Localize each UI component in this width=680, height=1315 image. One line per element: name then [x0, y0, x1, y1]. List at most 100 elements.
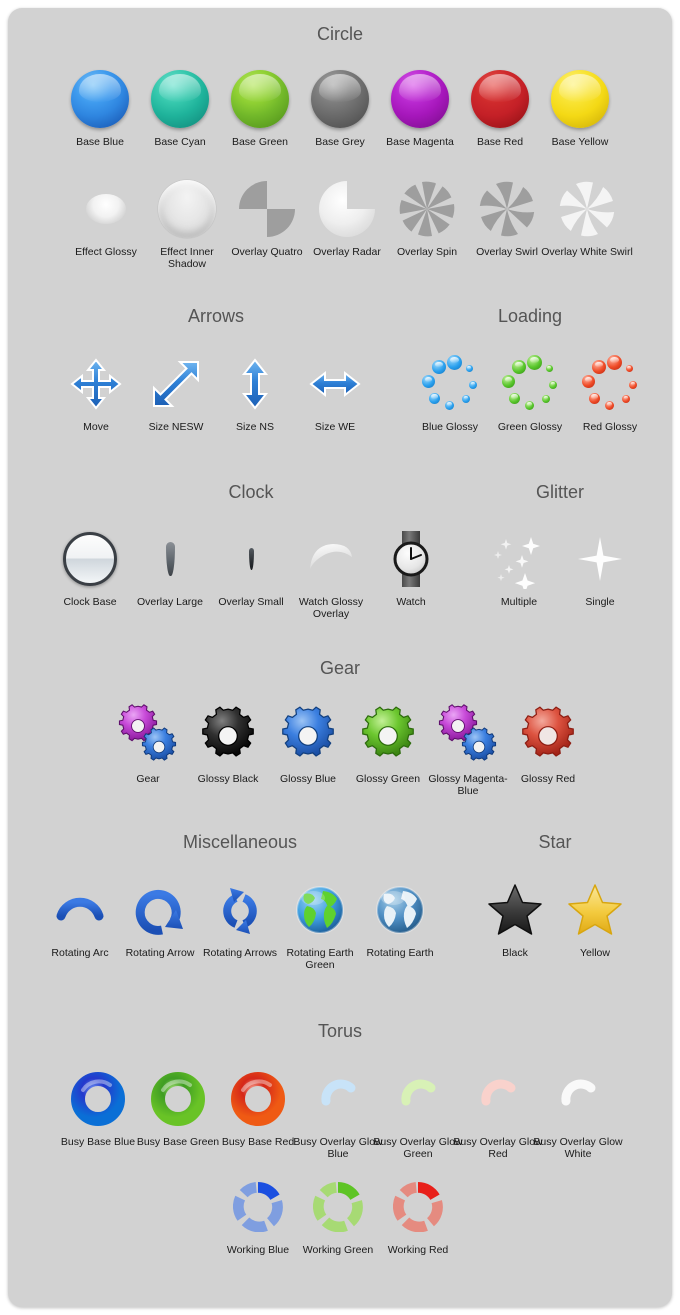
circle-effect-inner-shadow-icon: [141, 173, 233, 245]
arrow-move-icon: [50, 348, 142, 420]
item-glitter-multiple[interactable]: Multiple: [473, 523, 565, 608]
gear-glossy-magenta-blue-icon: [422, 700, 514, 772]
swirl-svg: [479, 181, 535, 237]
item-torus-busy-overlay-glow-red[interactable]: Busy Overlay Glow Red: [452, 1063, 544, 1160]
item-torus-working-red[interactable]: Working Red: [372, 1171, 464, 1256]
item-loading-green-glossy[interactable]: Green Glossy: [484, 348, 576, 433]
section-title-clock: Clock: [228, 482, 274, 502]
item-label: Busy Base Red: [221, 1136, 295, 1148]
item-torus-busy-overlay-glow-white[interactable]: Busy Overlay Glow White: [532, 1063, 624, 1160]
size-nesw-arrow-svg: [153, 361, 199, 407]
item-label: Red Glossy: [582, 421, 638, 433]
item-label: Rotating Arrow: [125, 947, 195, 959]
item-gear-glossy-blue[interactable]: Glossy Blue: [262, 700, 354, 785]
item-arrow-size-ns[interactable]: Size NS: [209, 348, 301, 433]
torus-svg: [151, 1072, 205, 1126]
item-base-yellow[interactable]: Base Yellow: [534, 63, 626, 148]
torus-glow-svg: [561, 1079, 596, 1106]
item-overlay-radar[interactable]: Overlay Radar: [301, 173, 393, 258]
item-base-red[interactable]: Base Red: [454, 63, 546, 148]
item-clock-overlay-small[interactable]: Overlay Small: [205, 523, 297, 608]
item-torus-busy-base-blue[interactable]: Busy Base Blue: [52, 1063, 144, 1148]
item-base-blue[interactable]: Base Blue: [54, 63, 146, 148]
item-watch[interactable]: Watch: [365, 523, 457, 608]
item-rotating-arc[interactable]: Rotating Arc: [34, 874, 126, 959]
misc-rotating-earth-green-icon: [274, 874, 366, 946]
item-label: Rotating Arrows: [202, 947, 278, 959]
item-gear-glossy-black[interactable]: Glossy Black: [182, 700, 274, 785]
item-base-magenta[interactable]: Base Magenta: [374, 63, 466, 148]
item-base-grey[interactable]: Base Grey: [294, 63, 386, 148]
item-rotating-arrows[interactable]: Rotating Arrows: [194, 874, 286, 959]
item-overlay-quatro[interactable]: Overlay Quatro: [221, 173, 313, 258]
item-overlay-swirl[interactable]: Overlay Swirl: [461, 173, 553, 258]
spinner-dots: [581, 355, 639, 413]
item-label: Base Grey: [315, 136, 365, 148]
item-label: Effect Inner Shadow: [160, 246, 214, 270]
working-ring-svg: [233, 1182, 283, 1232]
torus-working-red-icon: [372, 1171, 464, 1243]
item-label: Green Glossy: [497, 421, 563, 433]
item-label: Overlay Large: [137, 596, 203, 608]
circle-overlay-spin-icon: [381, 173, 473, 245]
gear-pair-svg: [438, 704, 497, 761]
item-rotating-arrow[interactable]: Rotating Arrow: [114, 874, 206, 959]
item-gear[interactable]: Gear: [102, 700, 194, 785]
gear-glossy-red-icon: [502, 700, 594, 772]
item-loading-blue-glossy[interactable]: Blue Glossy: [404, 348, 496, 433]
item-label: Rotating Earth: [366, 947, 434, 959]
item-label: Glossy Red: [520, 773, 576, 785]
item-glitter-single[interactable]: Single: [554, 523, 646, 608]
item-base-cyan[interactable]: Base Cyan: [134, 63, 226, 148]
item-effect-inner-shadow[interactable]: Effect Inner Shadow: [141, 173, 233, 270]
item-torus-busy-base-green[interactable]: Busy Base Green: [132, 1063, 224, 1148]
torus-busy-base-blue-icon: [52, 1063, 144, 1135]
rotating-arrow-svg: [135, 889, 183, 935]
item-arrow-size-we[interactable]: Size WE: [289, 348, 381, 433]
item-gear-glossy-magenta-blue[interactable]: Glossy Magenta-Blue: [422, 700, 514, 797]
radar-svg: [319, 181, 375, 237]
item-label: Move: [83, 421, 109, 433]
item-label: Working Blue: [226, 1244, 290, 1256]
item-label: Busy Overlay Glow Red: [453, 1136, 543, 1160]
item-label: Working Green: [302, 1244, 374, 1256]
item-torus-busy-overlay-glow-green[interactable]: Busy Overlay Glow Green: [372, 1063, 464, 1160]
item-loading-red-glossy[interactable]: Red Glossy: [564, 348, 656, 433]
section-title-arrows: Arrows: [187, 306, 245, 326]
torus-busy-base-red-icon: [212, 1063, 304, 1135]
torus-glow-svg: [401, 1079, 436, 1106]
working-ring-svg: [393, 1182, 443, 1232]
item-overlay-spin[interactable]: Overlay Spin: [381, 173, 473, 258]
torus-busy-overlay-glow-white-icon: [532, 1063, 624, 1135]
item-star-yellow[interactable]: Yellow: [549, 874, 641, 959]
gear-glossy-black-icon: [182, 700, 274, 772]
item-effect-glossy[interactable]: Effect Glossy: [60, 173, 152, 258]
item-overlay-white-swirl[interactable]: Overlay White Swirl: [541, 173, 633, 258]
item-torus-working-green[interactable]: Working Green: [292, 1171, 384, 1256]
item-torus-busy-base-red[interactable]: Busy Base Red: [212, 1063, 304, 1148]
item-torus-working-blue[interactable]: Working Blue: [212, 1171, 304, 1256]
item-gear-glossy-green[interactable]: Glossy Green: [342, 700, 434, 785]
item-rotating-earth-green[interactable]: Rotating Earth Green: [274, 874, 366, 971]
item-star-black[interactable]: Black: [469, 874, 561, 959]
item-clock-base[interactable]: Clock Base: [44, 523, 136, 608]
item-base-green[interactable]: Base Green: [214, 63, 306, 148]
item-clock-overlay-large[interactable]: Overlay Large: [124, 523, 216, 608]
arrow-size-we-icon: [289, 348, 381, 420]
item-label: Clock Base: [63, 596, 117, 608]
item-label: Yellow: [580, 947, 610, 959]
item-rotating-earth[interactable]: Rotating Earth: [354, 874, 446, 959]
size-ns-arrow-svg: [241, 358, 269, 410]
item-label: Base Green: [231, 136, 289, 148]
item-torus-busy-overlay-glow-blue[interactable]: Busy Overlay Glow Blue: [292, 1063, 384, 1160]
rotating-arrows-svg: [223, 888, 257, 934]
section-title-glitter: Glitter: [535, 482, 585, 502]
loading-blue-glossy-icon: [404, 348, 496, 420]
torus-glow-svg: [321, 1079, 356, 1106]
item-label: Base Blue: [76, 136, 124, 148]
circle-base-cyan-icon: [134, 63, 226, 135]
item-label: Effect Glossy: [75, 246, 137, 258]
item-watch-glossy-overlay[interactable]: Watch Glossy Overlay: [285, 523, 377, 620]
item-arrow-move[interactable]: Move: [50, 348, 142, 433]
item-gear-glossy-red[interactable]: Glossy Red: [502, 700, 594, 785]
